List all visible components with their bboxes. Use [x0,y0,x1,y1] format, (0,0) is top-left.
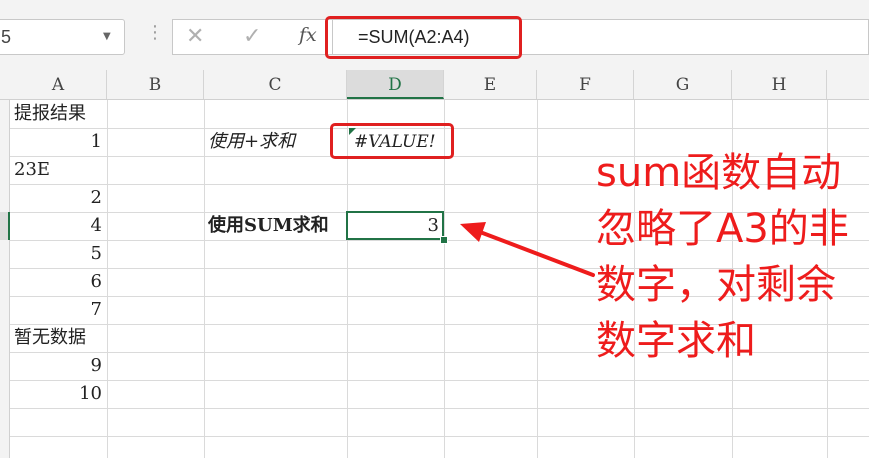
annotation-text: sum函数自动忽略了A3的非数字，对剩余数字求和 [596,150,849,364]
